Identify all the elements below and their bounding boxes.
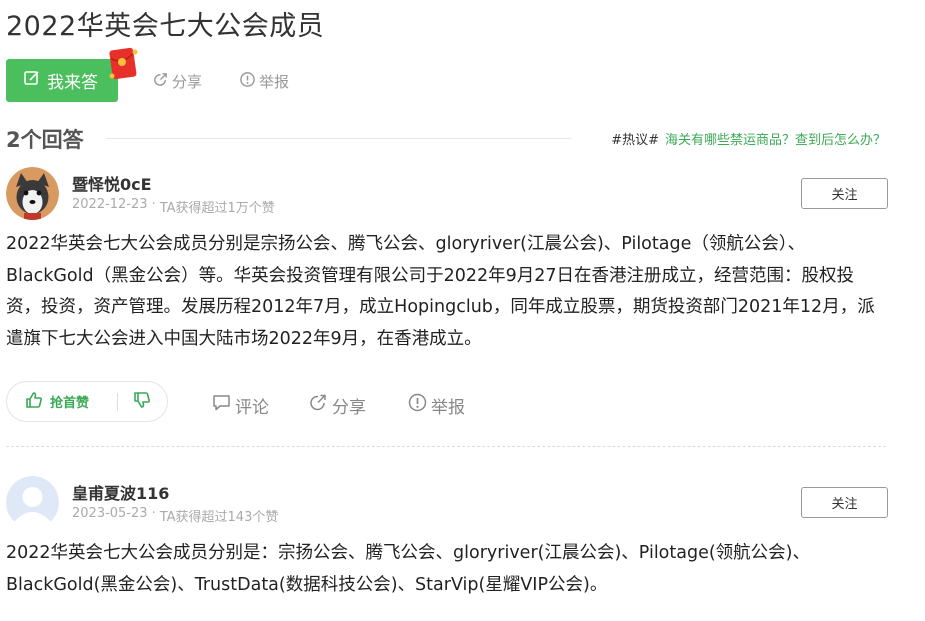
user-meta: 2022-12-23 · TA获得超过1万个赞 bbox=[72, 197, 275, 216]
answer-divider bbox=[6, 446, 886, 447]
avatar[interactable] bbox=[6, 476, 59, 529]
report-icon bbox=[239, 71, 256, 92]
user-name[interactable]: 暨怿悦0cE bbox=[72, 171, 152, 195]
user-name[interactable]: 皇甫夏波116 bbox=[72, 480, 169, 504]
header-divider bbox=[106, 138, 571, 139]
edit-icon bbox=[23, 69, 41, 92]
thumb-down-icon bbox=[132, 390, 152, 414]
downvote-button[interactable] bbox=[118, 390, 152, 414]
answer-share-button[interactable]: 分享 bbox=[308, 392, 366, 418]
share-icon bbox=[152, 71, 169, 92]
answer-card: 皇甫夏波116 2023-05-23 · TA获得超过143个赞 关注 2022… bbox=[6, 476, 888, 616]
avatar[interactable] bbox=[6, 167, 59, 220]
user-stat: TA获得超过1万个赞 bbox=[159, 201, 275, 216]
answers-count: 2个回答 bbox=[6, 128, 84, 152]
answer-body: 2022华英会七大公会成员分别是：宗扬公会、腾飞公会、gloryriver(江晨… bbox=[6, 543, 811, 595]
red-packet-icon[interactable] bbox=[108, 47, 138, 81]
answer-card: 暨怿悦0cE 2022-12-23 · TA获得超过1万个赞 关注 2022华英… bbox=[6, 167, 888, 432]
follow-button[interactable]: 关注 bbox=[801, 487, 888, 518]
comment-label: 评论 bbox=[235, 397, 269, 418]
answer-button[interactable]: 我来答 bbox=[6, 59, 118, 102]
report-icon bbox=[407, 392, 428, 418]
comment-icon bbox=[211, 392, 232, 418]
answer-date: 2022-12-23 bbox=[72, 197, 148, 212]
page-title: 2022华英会七大公会成员 bbox=[6, 11, 325, 42]
comment-button[interactable]: 评论 bbox=[211, 392, 269, 418]
upvote-label: 抢首赞 bbox=[50, 396, 90, 411]
answer-report-button[interactable]: 举报 bbox=[407, 392, 465, 418]
hot-topic-link[interactable]: 海关有哪些禁运商品？查到后怎么办？ bbox=[665, 129, 886, 148]
vote-box: 抢首赞 bbox=[6, 381, 168, 422]
share-icon bbox=[308, 392, 329, 418]
thumb-up-icon bbox=[24, 390, 44, 414]
report-label: 举报 bbox=[259, 73, 290, 91]
answer-date: 2023-05-23 bbox=[72, 506, 148, 521]
question-actions: 我来答 分享 举报 bbox=[6, 47, 566, 102]
upvote-button[interactable]: 抢首赞 bbox=[7, 390, 117, 414]
report-button[interactable]: 举报 bbox=[239, 71, 289, 92]
share-label: 分享 bbox=[172, 73, 203, 91]
answer-button-label: 我来答 bbox=[47, 73, 98, 93]
share-button[interactable]: 分享 bbox=[152, 71, 202, 92]
meta-separator: · bbox=[151, 197, 156, 212]
follow-button[interactable]: 关注 bbox=[801, 178, 888, 209]
answer-share-label: 分享 bbox=[332, 397, 366, 418]
hot-tag: #热议# bbox=[611, 133, 659, 148]
user-meta: 2023-05-23 · TA获得超过143个赞 bbox=[72, 506, 278, 525]
answer-report-label: 举报 bbox=[431, 397, 465, 418]
hot-topic: #热议# 海关有哪些禁运商品？查到后怎么办？ bbox=[611, 129, 886, 148]
user-stat: TA获得超过143个赞 bbox=[159, 510, 279, 525]
meta-separator: · bbox=[151, 506, 156, 521]
answer-body: 2022华英会七大公会成员分别是宗扬公会、腾飞公会、gloryriver(江晨公… bbox=[6, 234, 875, 349]
answers-header: 2个回答 #热议# 海关有哪些禁运商品？查到后怎么办？ bbox=[6, 124, 886, 154]
